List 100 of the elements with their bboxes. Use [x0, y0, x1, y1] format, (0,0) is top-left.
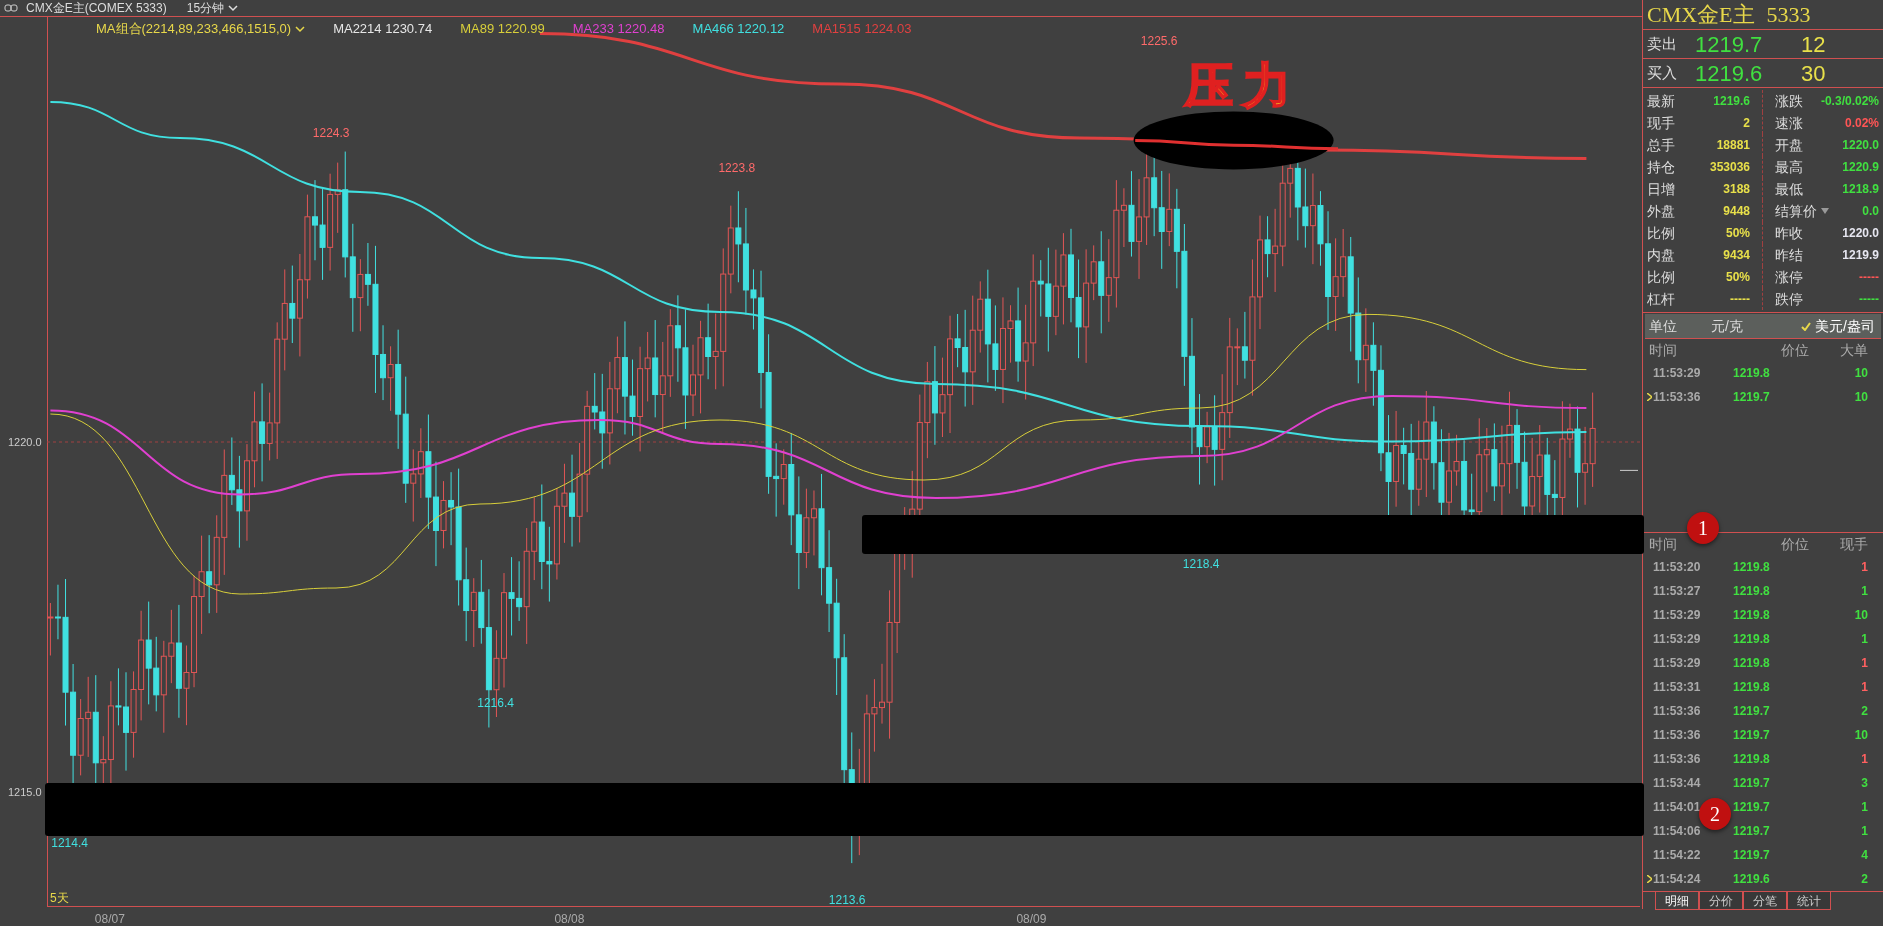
volume-cell: 10: [1854, 390, 1868, 404]
panel-tab[interactable]: 明细: [1655, 892, 1699, 910]
quote-price: 1219.6: [1695, 59, 1764, 88]
time-cell: 11:53:29: [1653, 366, 1701, 380]
stat-value: 50%: [1725, 269, 1750, 286]
stat-label: 日增: [1647, 179, 1675, 199]
stat-value: 18881: [1716, 137, 1750, 154]
stat-label: 最低: [1775, 179, 1803, 199]
unit-option[interactable]: 元/克: [1711, 315, 1801, 337]
numbered-marker: 2: [1699, 798, 1731, 830]
column-header: 时间: [1649, 536, 1677, 552]
quote-code: 5333: [1766, 1, 1811, 29]
stat-value: 9434: [1723, 247, 1750, 264]
price-cell: 1219.7: [1733, 800, 1770, 814]
moving-average-legend: MA233 1220.48: [572, 19, 665, 39]
time-cell: 11:53:20: [1653, 560, 1701, 574]
price-cell: 1219.8: [1733, 680, 1770, 694]
stat-value: 1219.6: [1713, 93, 1750, 110]
numbered-marker: 1: [1687, 512, 1719, 544]
stat-label: 最高: [1775, 157, 1803, 177]
time-cell: 11:53:36: [1653, 704, 1701, 718]
volume-cell: 1: [1861, 632, 1868, 646]
stat-label: 内盘: [1647, 245, 1675, 265]
price-label: 1218.4: [1182, 555, 1220, 573]
dropdown-triangle-icon: [1821, 208, 1829, 214]
price-label: 1224.3: [312, 125, 350, 142]
volume-cell: 1: [1861, 680, 1868, 694]
stat-label: 昨结: [1775, 245, 1803, 265]
stat-label: 最新: [1647, 91, 1675, 111]
price-cell: 1219.8: [1733, 608, 1770, 622]
stat-label: 外盘: [1647, 201, 1675, 221]
moving-average-legend: MA2214 1230.74: [333, 19, 433, 39]
time-cell: 11:54:22: [1653, 848, 1701, 862]
quote-price: 1219.7: [1695, 30, 1764, 59]
stat-label: 开盘: [1775, 135, 1803, 155]
time-cell: 11:54:01: [1653, 800, 1701, 814]
time-cell: 11:54:06: [1653, 824, 1701, 838]
stat-label: 杠杆: [1647, 289, 1675, 309]
stat-value: 1220.0: [1842, 225, 1879, 242]
price-axis-label: 1215.0: [8, 785, 42, 800]
volume-cell: 1: [1861, 560, 1868, 574]
column-header: 现手: [1840, 536, 1868, 552]
quote-title: CMX金E主: [1647, 1, 1755, 29]
volume-cell: 2: [1861, 704, 1868, 718]
price-cell: 1219.7: [1733, 728, 1770, 742]
quote-side-label: 买入: [1647, 62, 1678, 83]
stat-label[interactable]: 结算价: [1775, 200, 1829, 222]
stat-value: 1220.0: [1842, 137, 1879, 154]
stat-value: 50%: [1725, 225, 1750, 242]
stat-label: 速涨: [1775, 113, 1803, 133]
symbol-title: CMX金E主(COMEX 5333): [26, 0, 167, 17]
moving-average-legend[interactable]: MA组合(2214,89,233,466,1515,0): [96, 19, 306, 39]
stat-value: -----: [1859, 269, 1879, 286]
stat-label: 持仓: [1647, 157, 1675, 177]
date-axis-label: 08/08: [554, 911, 585, 926]
stat-value: 1218.9: [1842, 181, 1879, 198]
price-label: 1213.6: [828, 891, 866, 909]
column-header: 大单: [1840, 342, 1868, 358]
time-cell: 11:54:24: [1653, 872, 1701, 886]
stat-label: 昨收: [1775, 223, 1803, 243]
time-cell: 11:53:36: [1653, 728, 1701, 742]
time-cell: 11:53:29: [1653, 656, 1701, 670]
stat-value: -----: [1859, 291, 1879, 308]
annotation-text: 压力: [1185, 56, 1301, 115]
panel-tab[interactable]: 分笔: [1743, 892, 1787, 910]
price-cell: 1219.7: [1733, 776, 1770, 790]
price-cell: 1219.8: [1733, 366, 1770, 380]
volume-cell: 4: [1861, 848, 1868, 862]
price-label: 1225.6: [1140, 32, 1178, 50]
caret-icon: [228, 4, 239, 12]
column-header: 价位: [1781, 342, 1809, 358]
panel-tab[interactable]: 分价: [1699, 892, 1743, 910]
stat-label: 总手: [1647, 135, 1675, 155]
volume-cell: 10: [1854, 366, 1868, 380]
stat-value: -----: [1730, 291, 1750, 308]
stat-label: 现手: [1647, 113, 1675, 133]
price-cell: 1219.8: [1733, 584, 1770, 598]
price-label: 1223.8: [718, 159, 756, 177]
panel-tab[interactable]: 统计: [1787, 892, 1831, 910]
quote-volume: 30: [1801, 59, 1826, 88]
stat-value: 1219.9: [1842, 247, 1879, 264]
volume-cell: 2: [1861, 872, 1868, 886]
stat-value: 2: [1743, 115, 1750, 132]
caret-icon: [295, 24, 306, 33]
volume-cell: 10: [1854, 608, 1868, 622]
stat-label: 跌停: [1775, 289, 1803, 309]
price-cell: 1219.8: [1733, 632, 1770, 646]
stat-label: 比例: [1647, 267, 1675, 287]
column-header: 价位: [1781, 536, 1809, 552]
time-cell: 11:53:31: [1653, 680, 1701, 694]
price-cell: 1219.6: [1733, 872, 1770, 886]
moving-average-legend: MA466 1220.12: [692, 19, 785, 39]
volume-cell: 1: [1861, 824, 1868, 838]
stat-value: 0.02%: [1844, 115, 1879, 132]
period-dropdown[interactable]: 15分钟: [186, 0, 239, 17]
stat-value: 1220.9: [1842, 159, 1879, 176]
price-axis-label: 1220.0: [8, 435, 42, 450]
price-cell: 1219.7: [1733, 390, 1770, 404]
time-cell: 11:53:36: [1653, 752, 1701, 766]
unit-option[interactable]: 美元/盎司: [1801, 315, 1875, 337]
